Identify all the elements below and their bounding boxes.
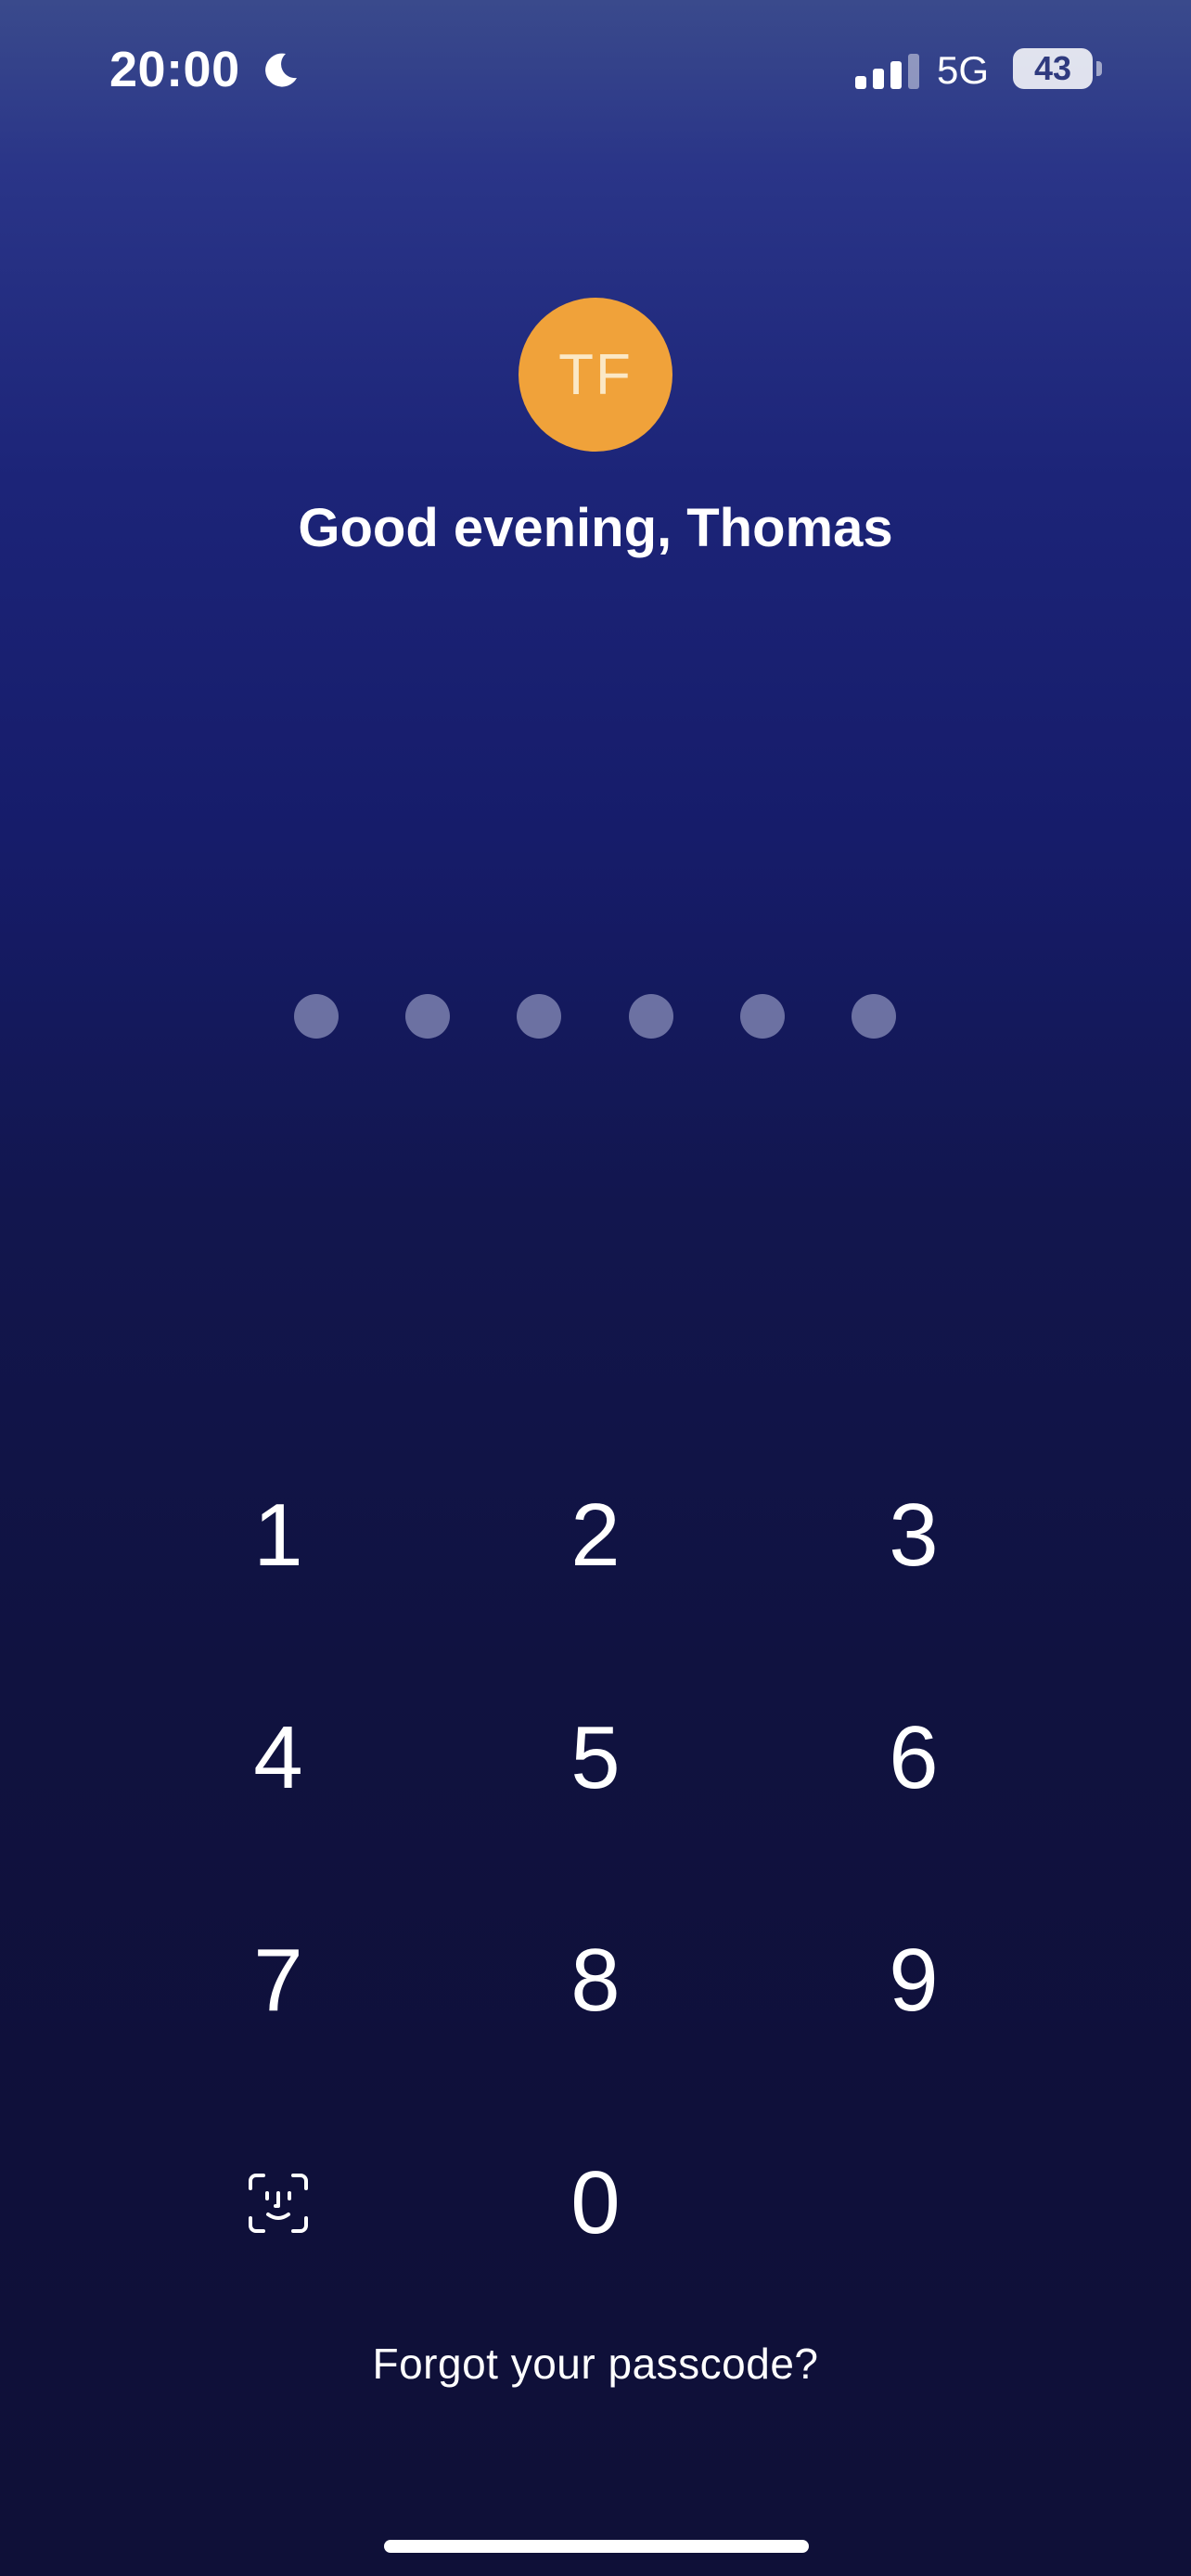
avatar-initials: TF	[558, 342, 633, 407]
key-4[interactable]: 4	[186, 1675, 371, 1842]
passcode-dot	[517, 994, 561, 1039]
forgot-passcode-link[interactable]: Forgot your passcode?	[0, 2339, 1191, 2389]
face-id-button[interactable]	[186, 2120, 371, 2287]
status-time: 20:00	[109, 42, 240, 97]
passcode-dot	[294, 994, 339, 1039]
key-1[interactable]: 1	[186, 1452, 371, 1619]
key-7[interactable]: 7	[186, 1897, 371, 2064]
status-bar: 20:00 5G 43	[0, 0, 1191, 139]
face-id-icon	[249, 2174, 308, 2233]
battery-level: 43	[1033, 49, 1072, 87]
key-3[interactable]: 3	[821, 1452, 1006, 1619]
moon-icon	[265, 53, 297, 87]
avatar: TF	[519, 298, 672, 452]
network-type: 5G	[937, 48, 990, 92]
battery-nub	[1096, 61, 1102, 76]
key-8[interactable]: 8	[503, 1897, 688, 2064]
key-0[interactable]: 0	[503, 2120, 688, 2287]
key-6[interactable]: 6	[821, 1675, 1006, 1842]
passcode-dots	[294, 994, 897, 1039]
cellular-signal-icon	[855, 54, 919, 89]
home-indicator[interactable]	[384, 2540, 809, 2553]
passcode-dot	[852, 994, 896, 1039]
passcode-dot	[629, 994, 673, 1039]
passcode-dot	[405, 994, 450, 1039]
passcode-dot	[740, 994, 785, 1039]
key-2[interactable]: 2	[503, 1452, 688, 1619]
greeting-title: Good evening, Thomas	[298, 498, 893, 558]
key-9[interactable]: 9	[821, 1897, 1006, 2064]
battery-indicator: 43	[1013, 48, 1093, 89]
key-5[interactable]: 5	[503, 1675, 688, 1842]
